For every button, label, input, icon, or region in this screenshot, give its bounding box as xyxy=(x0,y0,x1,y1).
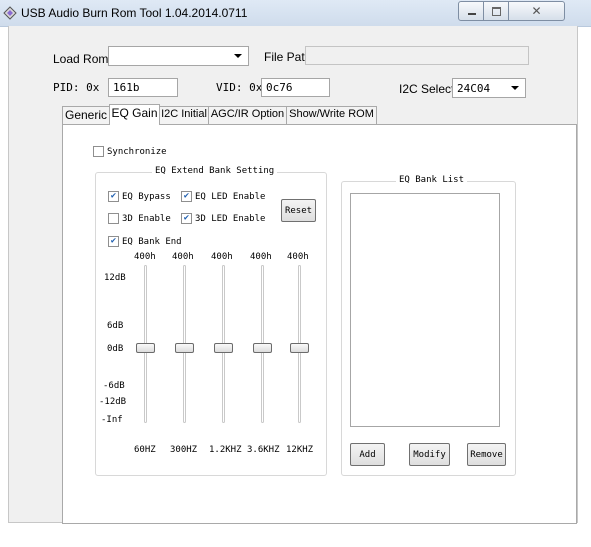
scale-label: -6dB xyxy=(103,381,125,391)
load-rom-label: Load Rom xyxy=(53,52,109,66)
eq-bypass-label: EQ Bypass xyxy=(122,191,171,202)
scale-label: 0dB xyxy=(107,344,124,354)
eq-led-enable-label: EQ LED Enable xyxy=(195,191,266,202)
band-freq-label: 3.6KHZ xyxy=(247,445,280,455)
load-rom-combo[interactable] xyxy=(108,46,249,66)
band-value: 400h xyxy=(250,252,272,262)
pid-value: 161b xyxy=(113,81,140,94)
band-value: 400h xyxy=(134,252,156,262)
eq-bank-list-title: EQ Bank List xyxy=(396,175,468,185)
maximize-icon xyxy=(492,6,501,16)
3d-enable-label: 3D Enable xyxy=(122,213,171,224)
eq-bank-listbox[interactable] xyxy=(350,193,500,427)
band-value: 400h xyxy=(211,252,233,262)
eq-slider-1-2khz[interactable] xyxy=(214,343,233,353)
pid-field[interactable]: 161b xyxy=(108,78,178,97)
scale-label: 12dB xyxy=(104,273,126,283)
close-icon: ✕ xyxy=(531,4,542,18)
band-value: 400h xyxy=(172,252,194,262)
reset-button[interactable]: Reset xyxy=(281,199,316,222)
eq-bypass-checkbox[interactable]: ✔ EQ Bypass xyxy=(108,191,171,202)
band-freq-label: 1.2KHZ xyxy=(209,445,242,455)
eq-slider-12khz[interactable] xyxy=(290,343,309,353)
tab-generic[interactable]: Generic xyxy=(62,106,110,124)
pid-label: PID: 0x xyxy=(53,81,100,94)
i2c-select-value: 24C04 xyxy=(457,82,491,95)
eq-slider-3-6khz[interactable] xyxy=(253,343,272,353)
window-controls: ✕ xyxy=(458,1,574,21)
app-icon xyxy=(3,6,17,20)
chevron-down-icon xyxy=(511,86,519,90)
checkmark-icon: ✔ xyxy=(181,191,192,202)
synchronize-checkbox[interactable]: Synchronize xyxy=(93,146,167,157)
maximize-button[interactable] xyxy=(483,1,510,21)
eq-slider-300hz[interactable] xyxy=(175,343,194,353)
chevron-down-icon xyxy=(234,54,242,58)
checkbox-box xyxy=(108,213,119,224)
vid-field[interactable]: 0c76 xyxy=(261,78,330,97)
scale-label: 6dB xyxy=(107,321,124,331)
band-freq-label: 300HZ xyxy=(170,445,198,455)
band-freq-label: 12KHZ xyxy=(286,445,314,455)
3d-led-enable-label: 3D LED Enable xyxy=(195,213,266,224)
band-value: 400h xyxy=(287,252,309,262)
band-freq-label: 60HZ xyxy=(134,445,156,455)
scale-label: -12dB xyxy=(99,397,127,407)
vid-value: 0c76 xyxy=(266,81,293,94)
checkmark-icon: ✔ xyxy=(108,191,119,202)
tab-eq-gain[interactable]: EQ Gain xyxy=(109,104,160,125)
i2c-select-combo[interactable]: 24C04 xyxy=(452,78,526,98)
close-button[interactable]: ✕ xyxy=(508,1,565,21)
eq-extend-bank-title: EQ Extend Bank Setting xyxy=(152,166,278,176)
i2c-select-label: I2C Select xyxy=(399,82,455,96)
window-title: USB Audio Burn Rom Tool 1.04.2014.0711 xyxy=(21,6,248,20)
file-path-field[interactable] xyxy=(305,46,529,65)
title-bar: USB Audio Burn Rom Tool 1.04.2014.0711 ✕ xyxy=(0,0,591,27)
scale-label: -Inf xyxy=(101,415,123,425)
remove-button[interactable]: Remove xyxy=(467,443,506,466)
eq-bank-end-label: EQ Bank End xyxy=(122,236,182,247)
checkbox-box xyxy=(93,146,104,157)
tab-show-write-rom[interactable]: Show/Write ROM xyxy=(286,106,377,124)
eq-slider-60hz[interactable] xyxy=(136,343,155,353)
add-button[interactable]: Add xyxy=(350,443,385,466)
eq-bank-end-checkbox[interactable]: ✔ EQ Bank End xyxy=(108,236,182,247)
modify-button[interactable]: Modify xyxy=(409,443,450,466)
synchronize-label: Synchronize xyxy=(107,146,167,157)
eq-led-enable-checkbox[interactable]: ✔ EQ LED Enable xyxy=(181,191,265,202)
vid-label: VID: 0x xyxy=(216,81,263,94)
minimize-icon xyxy=(467,12,476,15)
tab-agc-ir-option[interactable]: AGC/IR Option xyxy=(208,106,287,124)
3d-enable-checkbox[interactable]: 3D Enable xyxy=(108,213,171,224)
app-window: USB Audio Burn Rom Tool 1.04.2014.0711 ✕… xyxy=(0,0,591,547)
3d-led-enable-checkbox[interactable]: ✔ 3D LED Enable xyxy=(181,213,265,224)
minimize-button[interactable] xyxy=(458,1,485,21)
checkmark-icon: ✔ xyxy=(181,213,192,224)
tab-i2c-initial[interactable]: I2C Initial xyxy=(159,106,209,124)
checkmark-icon: ✔ xyxy=(108,236,119,247)
